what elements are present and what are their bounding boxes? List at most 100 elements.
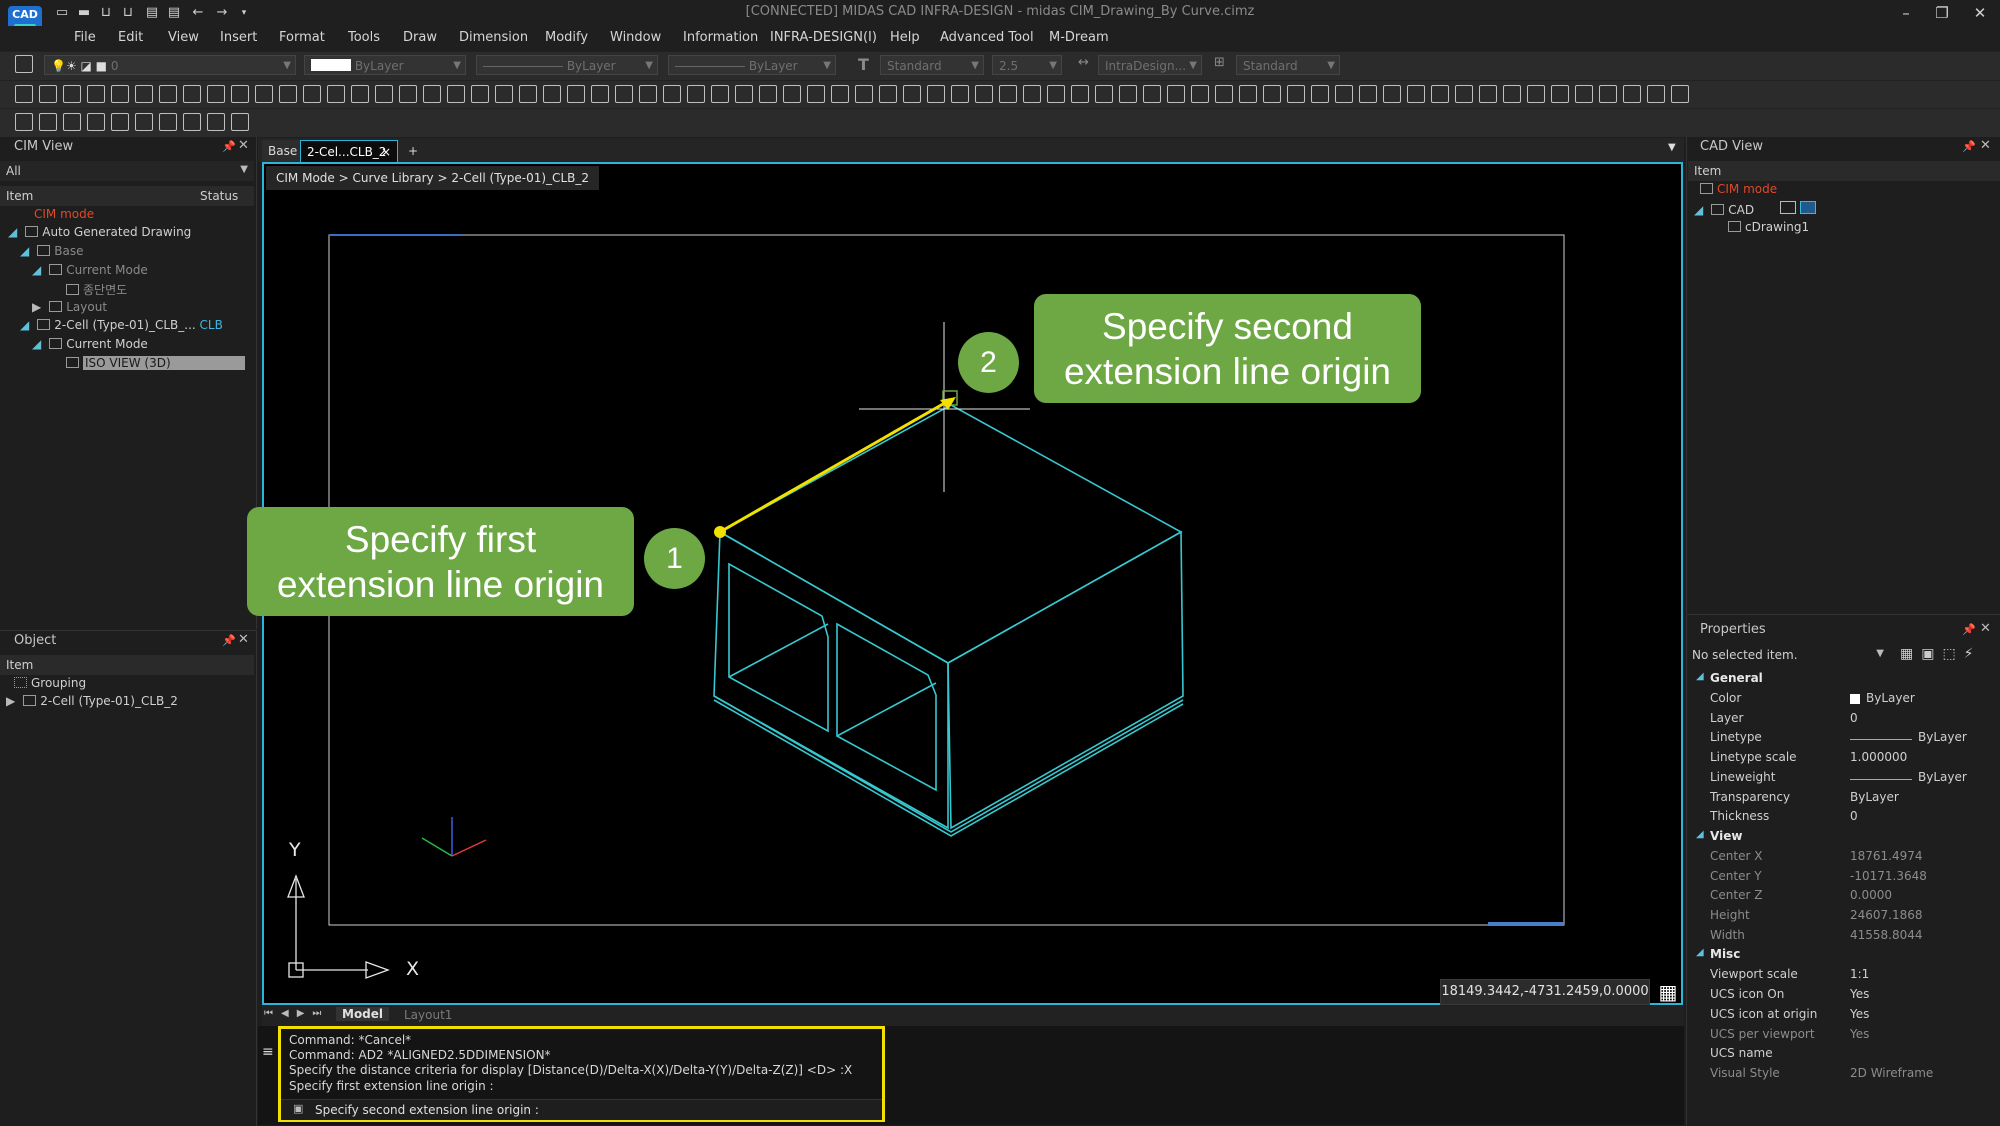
tree-korean-item[interactable]: 종단면도 — [66, 281, 127, 298]
draw-tool-33-icon[interactable] — [783, 85, 801, 103]
draw-tool-8-icon[interactable] — [183, 85, 201, 103]
draw-tool-42-icon[interactable] — [999, 85, 1017, 103]
selection-dropdown[interactable]: No selected item. ▼ — [1688, 645, 1888, 665]
tab-model[interactable]: Model — [336, 1007, 390, 1021]
tree-auto-generated[interactable]: ◢ Auto Generated Drawing — [8, 225, 191, 239]
modify-tool-1-icon[interactable] — [15, 113, 33, 131]
draw-tool-18-icon[interactable] — [423, 85, 441, 103]
draw-tool-44-icon[interactable] — [1047, 85, 1065, 103]
draw-tool-60-icon[interactable] — [1431, 85, 1449, 103]
prop-section-view[interactable]: ◢ View — [1686, 829, 2000, 848]
draw-tool-30-icon[interactable] — [711, 85, 729, 103]
draw-tool-68-icon[interactable] — [1623, 85, 1641, 103]
object-cell[interactable]: ▶ 2-Cell (Type-01)_CLB_2 — [6, 694, 178, 708]
draw-tool-6-icon[interactable] — [135, 85, 153, 103]
draw-tool-35-icon[interactable] — [831, 85, 849, 103]
layer-dropdown[interactable]: 💡☀ ◪ ■ 0 ▼ — [44, 55, 296, 75]
draw-tool-26-icon[interactable] — [615, 85, 633, 103]
draw-tool-32-icon[interactable] — [759, 85, 777, 103]
draw-tool-5-icon[interactable] — [111, 85, 129, 103]
draw-tool-43-icon[interactable] — [1023, 85, 1041, 103]
linetype-dropdown[interactable]: ByLayer ▼ — [476, 55, 658, 75]
draw-tool-34-icon[interactable] — [807, 85, 825, 103]
tree-layout[interactable]: ▶ Layout — [32, 300, 107, 314]
prop-section-misc[interactable]: ◢ Misc — [1686, 947, 2000, 966]
menu-file[interactable]: File — [74, 30, 96, 45]
draw-tool-31-icon[interactable] — [735, 85, 753, 103]
draw-tool-56-icon[interactable] — [1335, 85, 1353, 103]
draw-tool-52-icon[interactable] — [1239, 85, 1257, 103]
draw-tool-66-icon[interactable] — [1575, 85, 1593, 103]
color-dropdown[interactable]: ByLayer ▼ — [304, 55, 466, 75]
prop-row[interactable]: Viewport scale 1:1 — [1686, 967, 2000, 986]
table-style-icon[interactable]: ⊞ — [1214, 55, 1225, 70]
draw-tool-29-icon[interactable] — [687, 85, 705, 103]
menu-m-dream[interactable]: M-Dream — [1049, 30, 1109, 45]
modify-tool-8-icon[interactable] — [183, 113, 201, 131]
draw-tool-2-icon[interactable] — [39, 85, 57, 103]
text-style-icon[interactable]: T — [858, 55, 869, 74]
tree-current-mode-1[interactable]: ◢ Current Mode — [32, 263, 148, 277]
draw-tool-61-icon[interactable] — [1455, 85, 1473, 103]
draw-tool-38-icon[interactable] — [903, 85, 921, 103]
draw-tool-70-icon[interactable] — [1671, 85, 1689, 103]
draw-tool-12-icon[interactable] — [279, 85, 297, 103]
prop-row[interactable]: Center X 18761.4974 — [1686, 849, 2000, 868]
cad-view-pin-icon[interactable]: 📌 — [1962, 140, 1976, 153]
draw-tool-20-icon[interactable] — [471, 85, 489, 103]
object-pin-icon[interactable]: 📌 — [222, 634, 236, 647]
cad-tree-cad[interactable]: ◢ CAD — [1694, 201, 1817, 217]
cim-filter-dropdown[interactable]: All ▼ — [0, 161, 254, 181]
draw-tool-63-icon[interactable] — [1503, 85, 1521, 103]
tab-list-dropdown-icon[interactable]: ▼ — [1668, 142, 1676, 153]
modify-tool-9-icon[interactable] — [207, 113, 225, 131]
draw-tool-46-icon[interactable] — [1095, 85, 1113, 103]
tree-cell[interactable]: ◢ 2-Cell (Type-01)_CLB_... CLB — [20, 318, 223, 332]
prop-section-general[interactable]: ◢ General — [1686, 671, 2000, 690]
prop-row[interactable]: Transparency ByLayer — [1686, 790, 2000, 809]
pin-icon[interactable]: 📌 — [222, 140, 236, 153]
draw-tool-28-icon[interactable] — [663, 85, 681, 103]
draw-tool-49-icon[interactable] — [1167, 85, 1185, 103]
tree-current-mode-2[interactable]: ◢ Current Mode — [32, 337, 148, 351]
draw-tool-19-icon[interactable] — [447, 85, 465, 103]
draw-tool-24-icon[interactable] — [567, 85, 585, 103]
dim-style-dropdown[interactable]: IntraDesign... ▼ — [1098, 55, 1202, 75]
minimize-icon[interactable]: – — [1888, 2, 1924, 24]
prop-row[interactable]: UCS icon at origin Yes — [1686, 1007, 2000, 1026]
draw-tool-64-icon[interactable] — [1527, 85, 1545, 103]
tab-base[interactable]: Base — [262, 140, 304, 162]
draw-tool-1-icon[interactable] — [15, 85, 33, 103]
layer-manager-icon[interactable] — [12, 55, 34, 75]
tree-base[interactable]: ◢ Base — [20, 244, 83, 258]
modify-tool-10-icon[interactable] — [231, 113, 249, 131]
menu-draw[interactable]: Draw — [403, 30, 437, 45]
modify-tool-7-icon[interactable] — [159, 113, 177, 131]
draw-tool-37-icon[interactable] — [879, 85, 897, 103]
draw-tool-16-icon[interactable] — [375, 85, 393, 103]
prop-row[interactable]: Linetype scale 1.000000 — [1686, 750, 2000, 769]
layout-nav-icons[interactable]: ⏮◀▶⏭ — [264, 1008, 329, 1019]
draw-tool-39-icon[interactable] — [927, 85, 945, 103]
tab-close-icon[interactable]: × — [381, 141, 391, 163]
object-grouping[interactable]: Grouping — [14, 676, 86, 690]
menu-window[interactable]: Window — [610, 30, 661, 45]
draw-tool-62-icon[interactable] — [1479, 85, 1497, 103]
prop-row[interactable]: Color ByLayer — [1686, 691, 2000, 710]
tree-cim-mode[interactable]: CIM mode — [34, 207, 94, 221]
prop-row[interactable]: Width 41558.8044 — [1686, 928, 2000, 947]
object-close-icon[interactable]: ✕ — [238, 632, 249, 647]
draw-tool-11-icon[interactable] — [255, 85, 273, 103]
prop-row[interactable]: Height 24607.1868 — [1686, 908, 2000, 927]
draw-tool-13-icon[interactable] — [303, 85, 321, 103]
menu-view[interactable]: View — [168, 30, 199, 45]
draw-tool-4-icon[interactable] — [87, 85, 105, 103]
modify-tool-5-icon[interactable] — [111, 113, 129, 131]
modify-tool-3-icon[interactable] — [63, 113, 81, 131]
draw-tool-22-icon[interactable] — [519, 85, 537, 103]
prop-row[interactable]: Layer 0 — [1686, 711, 2000, 730]
prop-row[interactable]: Linetype ByLayer — [1686, 730, 2000, 749]
table-style-dropdown[interactable]: Standard ▼ — [1236, 55, 1340, 75]
command-input[interactable]: ▣ Specify second extension line origin : — [281, 1099, 882, 1120]
draw-tool-21-icon[interactable] — [495, 85, 513, 103]
